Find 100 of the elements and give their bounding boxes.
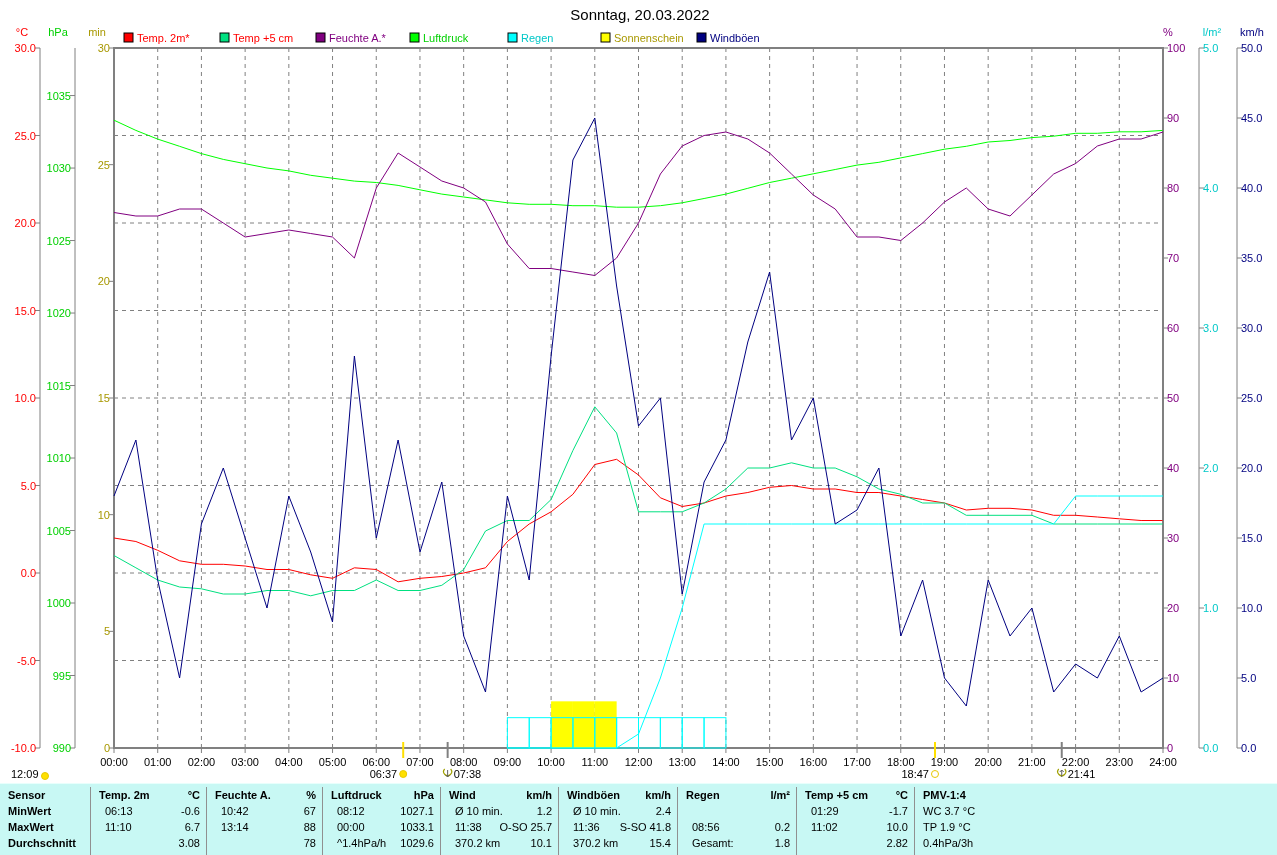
axis-label: 30.0: [1241, 322, 1263, 334]
axis-label: 20.0: [1241, 462, 1263, 474]
axis-label: 80: [1167, 182, 1180, 194]
table-cell-text: ^1.4hPa/h: [336, 837, 387, 849]
axis-label: 5.0: [20, 479, 36, 492]
event-time: 06:37: [369, 768, 398, 780]
axis-label: 10: [1167, 672, 1180, 684]
unit-label: %: [306, 789, 316, 801]
table-cell: -0.6: [181, 805, 200, 817]
axis-label: 0: [103, 742, 110, 754]
unit-label: km/h: [1240, 26, 1264, 38]
chart-title: Sonntag, 20.03.2022: [570, 6, 710, 23]
axis-label: -5.0: [17, 654, 36, 667]
axis-label: 25: [97, 158, 110, 171]
table-cell: 88: [303, 821, 316, 833]
axis-label: 1000: [46, 597, 71, 609]
unit-label: %: [1163, 26, 1173, 38]
table-cell-text: 01:29: [810, 805, 839, 817]
axis-label: 1005: [46, 524, 71, 537]
table-cell: 1.2: [536, 805, 552, 817]
table-cell-text: 08:12: [336, 805, 365, 817]
axis-label: 50.0: [1241, 42, 1263, 54]
axis-label: 15: [97, 392, 110, 404]
time-label: 24:00: [1149, 756, 1177, 768]
time-label: 06:00: [362, 756, 390, 768]
time-label: 20:00: [974, 756, 1002, 768]
axis-label: 1.0: [1203, 602, 1219, 614]
legend-label: Sonnenschein: [614, 32, 684, 44]
axis-label: 50: [1167, 392, 1180, 404]
time-label: 05:00: [318, 756, 347, 768]
time-label: 15:00: [755, 756, 784, 768]
time-label: 03:00: [231, 756, 259, 768]
axis-label: 1020: [46, 307, 71, 320]
legend-label: Temp. 2m*: [137, 32, 190, 44]
axis-label: 5: [103, 625, 110, 638]
table-cell-text: 13:14: [220, 821, 249, 833]
time-label: 22:00: [1061, 756, 1090, 768]
time-label: 19:00: [930, 756, 959, 768]
unit-label: km/h: [526, 789, 552, 801]
table-cell-text: 11:10: [104, 821, 132, 833]
unit-label: hPa: [48, 26, 68, 38]
table-cell: 1.8: [774, 837, 790, 849]
table-cell-text: 10:42: [220, 805, 249, 817]
time-label: 23:00: [1105, 756, 1134, 768]
table-cell: 3.08: [178, 837, 200, 849]
table-cell: 1033.1: [400, 821, 434, 833]
axis-label: 5.0: [1203, 42, 1219, 54]
column-header: Windböen: [567, 789, 621, 801]
axis-label: 30: [97, 42, 110, 54]
axis-label: 5.0: [1241, 672, 1257, 684]
row-header: Sensor: [8, 789, 46, 801]
legend-label: Windböen: [710, 32, 760, 44]
event-time: 07:38: [453, 768, 482, 780]
table-cell-text: Gesamt:: [691, 837, 734, 849]
table-cell: WC 3.7 °C: [923, 805, 976, 817]
table-cell: 15.4: [649, 837, 671, 849]
sun-icon: [41, 772, 49, 780]
time-label: 11:00: [581, 756, 609, 768]
axis-label: 25.0: [1241, 392, 1263, 404]
axis-label: 10.0: [1241, 602, 1263, 614]
sun-icon: [399, 770, 408, 778]
axis-label: 30.0: [14, 42, 36, 54]
axis-label: 15.0: [14, 304, 36, 317]
axis-label: 0.0: [1241, 742, 1257, 754]
column-header: Luftdruck: [331, 789, 382, 801]
table-cell: 10.0: [886, 821, 908, 833]
time-label: 14:00: [712, 756, 740, 768]
table-cell-text: 11:36: [572, 821, 600, 833]
table-cell: 2.4: [655, 805, 671, 817]
axis-label: 90: [1167, 112, 1180, 124]
unit-label: km/h: [645, 789, 671, 801]
axis-label: 20: [1167, 602, 1180, 614]
unit-label: l/m²: [1202, 26, 1222, 38]
column-header: Feuchte A.: [215, 789, 271, 801]
sun-icon: [931, 770, 939, 778]
time-label: 08:00: [449, 756, 478, 768]
row-header: MinWert: [8, 805, 52, 817]
time-label: 13:00: [668, 756, 696, 768]
table-cell: 6.7: [184, 821, 200, 833]
time-label: 04:00: [275, 756, 303, 768]
axis-label: 10: [97, 508, 110, 521]
axis-label: 990: [52, 742, 71, 754]
unit-label: l/m²: [770, 789, 790, 801]
table-cell-text: 11:38: [454, 821, 482, 833]
axis-label: 25.0: [14, 129, 36, 142]
axis-label: 30: [1167, 532, 1180, 544]
column-header: Temp. 2m: [99, 789, 150, 801]
table-cell: TP 1.9 °C: [923, 821, 971, 833]
column-header: PMV-1:4: [923, 789, 966, 801]
axis-label: 40: [1167, 462, 1180, 474]
axis-label: 10.0: [14, 392, 36, 404]
time-label: 21:00: [1018, 756, 1046, 768]
axis-label: 0: [1167, 742, 1174, 754]
table-cell-text: 08:56: [691, 821, 720, 833]
legend-label: Luftdruck: [423, 32, 469, 44]
table-cell: 67: [303, 805, 316, 817]
table-cell-text: 06:13: [104, 805, 133, 817]
axis-label: 1015: [46, 379, 71, 392]
axis-label: 1030: [46, 162, 71, 175]
axis-label: 0.0: [1203, 742, 1219, 754]
